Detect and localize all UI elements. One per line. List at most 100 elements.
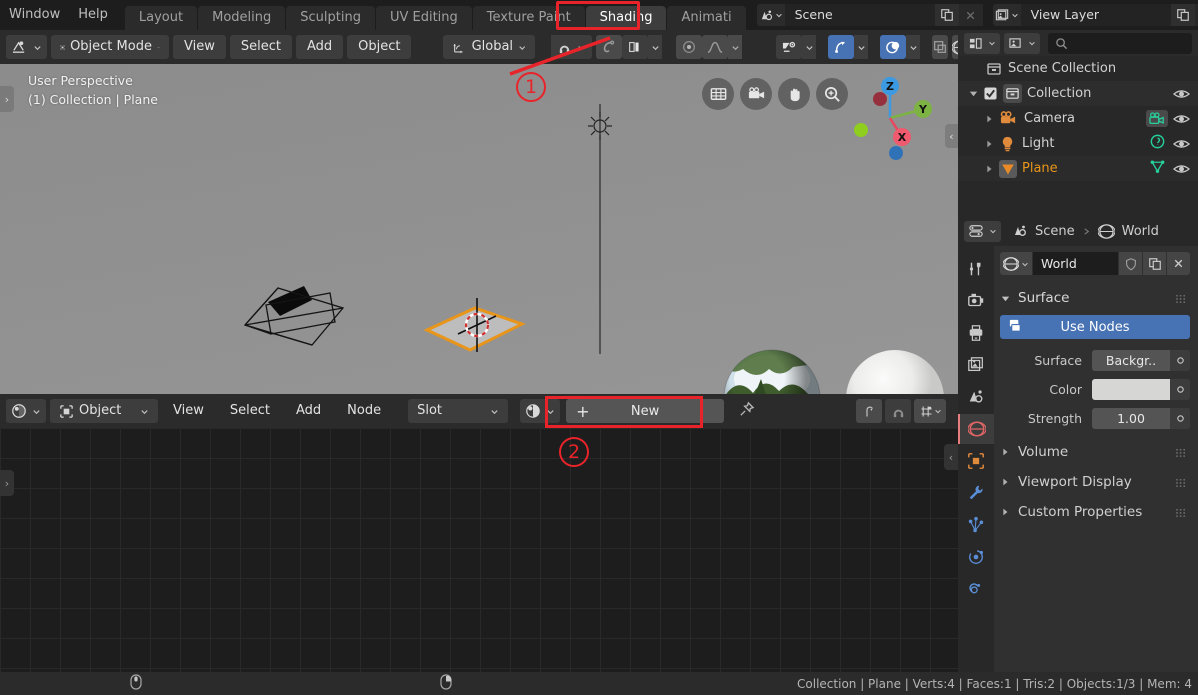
hand-pan-icon[interactable] (778, 78, 810, 110)
gizmo-caret-icon[interactable] (854, 35, 869, 59)
outliner-row-plane[interactable]: Plane (958, 156, 1198, 181)
outliner-row-light[interactable]: Light (958, 131, 1198, 156)
properties-tab-render[interactable] (958, 286, 994, 316)
viewport-menu-view[interactable]: View (173, 35, 226, 59)
overlays-icon[interactable] (880, 35, 907, 59)
proportional-caret-icon[interactable] (648, 35, 663, 59)
strength-value-field[interactable]: 1.00 (1092, 407, 1190, 429)
viewport-right-toggle[interactable]: ‹ (945, 124, 958, 148)
material-icon[interactable] (520, 399, 561, 423)
light-data-icon[interactable] (1149, 133, 1166, 154)
shader-right-sidebar-toggle[interactable]: ‹ (944, 444, 958, 470)
breadcrumb-scene[interactable]: Scene (1035, 224, 1075, 239)
surface-value-field[interactable]: Backgr.. (1092, 349, 1190, 371)
show-hide-icon[interactable] (776, 35, 803, 59)
outliner-row-collection[interactable]: Collection (958, 81, 1198, 106)
mesh-data-icon[interactable] (1149, 158, 1166, 179)
eye-icon[interactable] (1173, 112, 1190, 126)
new-material-button[interactable]: + New (566, 399, 725, 423)
drag-dots-icon[interactable] (1175, 294, 1188, 303)
shader-menu-add[interactable]: Add (285, 399, 332, 423)
camera-data-icon[interactable] (1146, 110, 1168, 127)
eye-icon[interactable] (1173, 137, 1190, 151)
surface-link-dot-icon[interactable] (1170, 349, 1190, 371)
properties-tab-physics[interactable] (958, 542, 994, 572)
filter-icon[interactable] (1004, 32, 1040, 54)
drag-dots-icon[interactable] (1175, 508, 1188, 517)
editor-type-shader-icon[interactable] (6, 399, 46, 423)
properties-tab-particles[interactable] (958, 510, 994, 540)
drag-dots-icon[interactable] (1175, 478, 1188, 487)
3d-viewport[interactable]: › User Perspective (1) Collection | Plan… (0, 64, 958, 394)
view-layer-name[interactable]: View Layer (1020, 4, 1171, 26)
surface-panel-header[interactable]: Surface (1000, 285, 1190, 311)
color-swatch[interactable] (1092, 378, 1170, 400)
outliner-search-input[interactable] (1048, 32, 1192, 54)
properties-tab-tool[interactable] (958, 254, 994, 284)
view-layer-copy-button[interactable] (1170, 4, 1195, 26)
camera-view-icon[interactable] (740, 78, 772, 110)
overlays-caret-icon[interactable] (906, 35, 921, 59)
camera-object[interactable] (238, 260, 353, 365)
shader-menu-view[interactable]: View (162, 399, 215, 423)
shader-menu-node[interactable]: Node (336, 399, 392, 423)
magnet-icon[interactable] (551, 35, 593, 59)
world-copy-icon[interactable] (1143, 252, 1166, 275)
gizmo-icon[interactable] (828, 35, 855, 59)
properties-editor-type-icon[interactable] (964, 220, 1001, 242)
viewport-menu-add[interactable]: Add (295, 35, 344, 59)
scene-copy-button[interactable] (934, 4, 959, 26)
editor-type-3dview-icon[interactable] (6, 35, 47, 59)
workspace-tab-modeling[interactable]: Modeling (198, 6, 286, 30)
workspace-tab-layout[interactable]: Layout (124, 6, 198, 30)
world-close-icon[interactable] (1167, 252, 1190, 275)
falloff-caret-icon[interactable] (728, 35, 743, 59)
workspace-tab-texture-paint[interactable]: Texture Paint (472, 6, 585, 30)
shield-icon[interactable] (1119, 252, 1142, 275)
viewport-sidebar-toggle[interactable]: › (0, 86, 14, 112)
properties-tab-modifiers[interactable] (958, 478, 994, 508)
viewport-menu-select[interactable]: Select (229, 35, 292, 59)
view-layer-close-button[interactable] (1194, 4, 1198, 26)
workspace-tab-shading[interactable]: Shading (585, 6, 667, 30)
snap-increment-icon[interactable] (914, 399, 946, 423)
xray-icon[interactable] (932, 35, 949, 59)
snap-magnet-icon[interactable] (885, 399, 911, 423)
world-datablock-name[interactable]: World (1033, 252, 1118, 275)
scene-selector[interactable]: Scene (756, 4, 983, 26)
grid-ortho-icon[interactable] (702, 78, 734, 110)
strength-link-dot-icon[interactable] (1170, 407, 1190, 429)
navigation-gizmo[interactable]: Z Y X (844, 72, 936, 164)
shader-type-dropdown[interactable]: Object (50, 399, 158, 423)
proportional-edit-icon[interactable] (596, 35, 623, 59)
properties-tab-output[interactable] (958, 318, 994, 348)
volume-panel-header[interactable]: Volume (1000, 437, 1190, 467)
slot-dropdown[interactable]: Slot (408, 399, 509, 423)
shader-editor-canvas[interactable]: › ‹ (0, 428, 958, 672)
properties-tab-world[interactable] (958, 414, 994, 444)
workspace-tab-sculpting[interactable]: Sculpting (286, 6, 375, 30)
breadcrumb-world[interactable]: World (1122, 224, 1159, 239)
object-mode-dropdown[interactable]: Object Mode (51, 35, 169, 59)
color-link-dot-icon[interactable] (1170, 378, 1190, 400)
world-icon[interactable] (1000, 252, 1032, 275)
transform-orientation-dropdown[interactable]: Global (443, 35, 536, 59)
pin-icon[interactable] (738, 401, 755, 422)
properties-tab-scene[interactable] (958, 382, 994, 412)
scene-name[interactable]: Scene (784, 4, 935, 26)
view-layer-selector[interactable]: View Layer (992, 4, 1198, 26)
viewport-menu-object[interactable]: Object (347, 35, 412, 59)
properties-tab-view-layer[interactable] (958, 350, 994, 380)
light-object[interactable] (580, 64, 620, 364)
eye-icon[interactable] (1173, 87, 1190, 101)
color-value-field[interactable] (1092, 378, 1190, 400)
outliner-row-camera[interactable]: Camera (958, 106, 1198, 131)
shader-menu-select[interactable]: Select (219, 399, 281, 423)
use-nodes-button[interactable]: Use Nodes (1000, 315, 1190, 339)
shader-sidebar-toggle[interactable]: › (0, 470, 14, 496)
eye-icon[interactable] (1173, 162, 1190, 176)
workspace-tab-uv-editing[interactable]: UV Editing (375, 6, 472, 30)
scene-close-button[interactable] (958, 4, 983, 26)
properties-tab-constraints[interactable] (958, 574, 994, 604)
display-mode-icon[interactable] (964, 32, 1000, 54)
